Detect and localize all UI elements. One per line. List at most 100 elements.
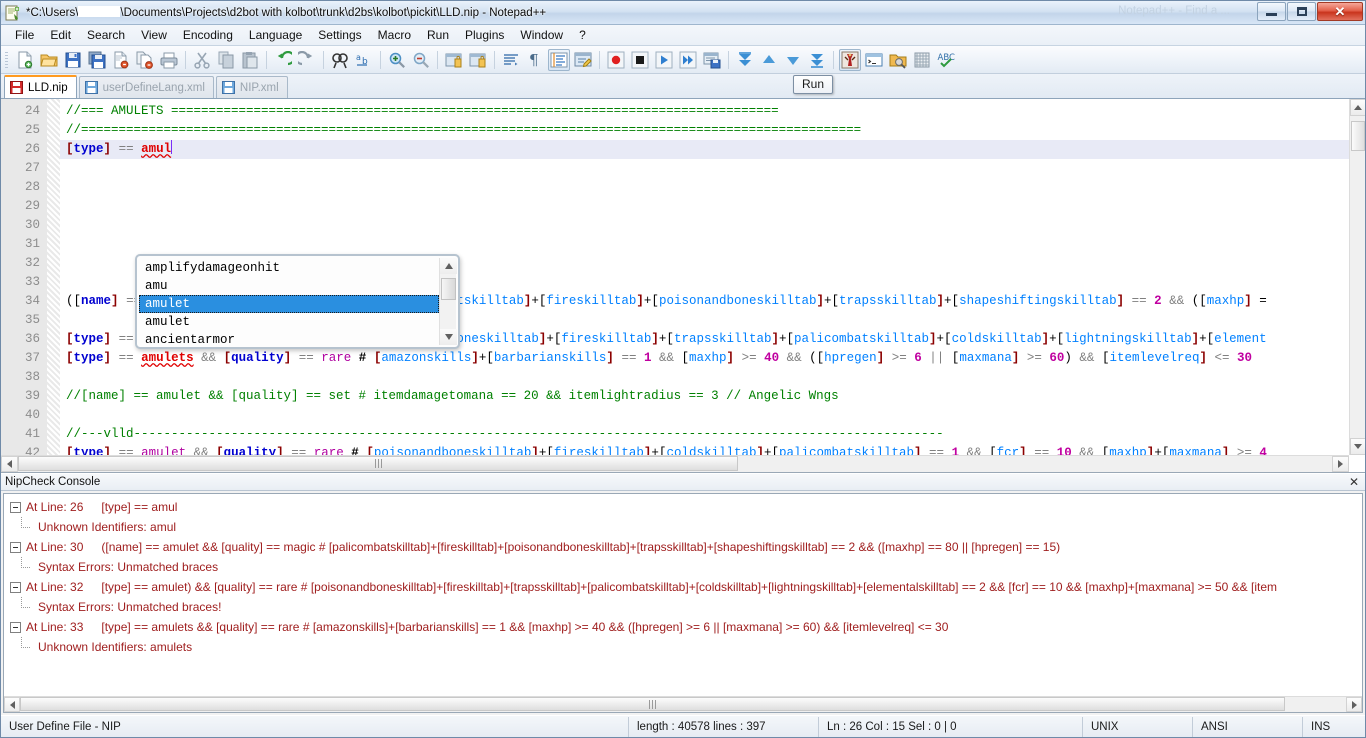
console-plugin-icon[interactable] [863, 49, 885, 71]
scroll-down-arrow-icon[interactable] [440, 329, 457, 345]
cut-icon[interactable] [191, 49, 213, 71]
explorer-plugin-icon[interactable] [887, 49, 909, 71]
code-editor[interactable]: 2425262728293031323334353637383940414243… [1, 99, 1365, 473]
tab-lld-nip[interactable]: LLD.nip [4, 75, 77, 98]
console-detail-row[interactable]: Syntax Errors: Unmatched braces! [4, 597, 1362, 617]
close-icon[interactable]: ✕ [1347, 475, 1361, 489]
menu-item-macro[interactable]: Macro [370, 26, 419, 44]
scrollbar-track[interactable] [20, 697, 1346, 712]
show-indent-guide-icon[interactable] [548, 48, 570, 71]
console-entry-row[interactable]: At Line: 30 ([name] == amulet && [quality… [4, 537, 1362, 557]
code-line[interactable]: [type] == amul [60, 140, 1365, 159]
console-output[interactable]: At Line: 26 [type] == amul Unknown Identif… [3, 493, 1363, 713]
zoom-out-icon[interactable] [410, 49, 432, 71]
code-line[interactable]: //---vlld-------------------------------… [60, 425, 1365, 444]
code-line[interactable]: //=== AMULETS ==========================… [60, 102, 1365, 121]
scrollbar-thumb[interactable] [441, 278, 456, 300]
collapse-toggle-icon[interactable] [10, 541, 21, 553]
collapse-toggle-icon[interactable] [10, 621, 21, 633]
sync-horizontal-scroll-icon[interactable] [467, 49, 489, 71]
close-file-icon[interactable] [110, 49, 132, 71]
scrollbar-thumb[interactable] [20, 697, 1285, 711]
close-button[interactable]: ✕ [1317, 2, 1363, 21]
redo-icon[interactable] [296, 49, 318, 71]
scroll-left-arrow-icon[interactable] [4, 697, 20, 712]
editor-vertical-scrollbar[interactable] [1349, 99, 1365, 455]
playback-macro-icon[interactable] [653, 49, 675, 71]
close-all-files-icon[interactable] [134, 49, 156, 71]
copy-icon[interactable] [215, 49, 237, 71]
run-multi-macro-icon[interactable] [677, 49, 699, 71]
code-line[interactable] [60, 178, 1365, 197]
first-bookmark-icon[interactable] [734, 49, 756, 71]
autocomplete-item[interactable]: amulet [139, 313, 439, 331]
code-line[interactable] [60, 159, 1365, 178]
autocomplete-scrollbar[interactable] [439, 258, 457, 345]
code-line[interactable]: [type] == amulets && [quality] == rare #… [60, 349, 1365, 368]
console-detail-row[interactable]: Syntax Errors: Unmatched braces [4, 557, 1362, 577]
save-all-icon[interactable] [86, 49, 108, 71]
menu-item-language[interactable]: Language [241, 26, 310, 44]
paste-icon[interactable] [239, 49, 261, 71]
last-bookmark-icon[interactable] [806, 49, 828, 71]
toolbar-grip[interactable] [3, 49, 10, 70]
menu-item-help[interactable]: ? [571, 26, 594, 44]
console-horizontal-scrollbar[interactable] [4, 696, 1362, 712]
console-entry-row[interactable]: At Line: 32 [type] == amulet) && [quality… [4, 577, 1362, 597]
console-entry-row[interactable]: At Line: 33 [type] == amulets && [quality… [4, 617, 1362, 637]
menu-item-plugins[interactable]: Plugins [457, 26, 512, 44]
console-detail-row[interactable]: Unknown Identifiers: amulets [4, 637, 1362, 657]
sync-vertical-scroll-icon[interactable] [443, 49, 465, 71]
save-icon[interactable] [62, 49, 84, 71]
scroll-down-arrow-icon[interactable] [1350, 438, 1365, 455]
scroll-right-arrow-icon[interactable] [1346, 697, 1362, 712]
user-define-dialog-icon[interactable] [572, 49, 594, 71]
print-icon[interactable] [158, 49, 180, 71]
menu-item-window[interactable]: Window [512, 26, 571, 44]
restore-button[interactable] [1287, 2, 1316, 21]
scrollbar-thumb[interactable] [1351, 121, 1365, 151]
show-all-chars-icon[interactable]: ¶ [524, 49, 546, 71]
word-wrap-icon[interactable] [500, 49, 522, 71]
scroll-right-arrow-icon[interactable] [1332, 456, 1349, 472]
diablo-plugin-icon[interactable] [839, 48, 861, 71]
autocomplete-item[interactable]: ancientarmor [139, 331, 439, 345]
find-icon[interactable] [329, 49, 351, 71]
minimize-button[interactable] [1257, 2, 1286, 21]
menu-item-view[interactable]: View [133, 26, 175, 44]
scroll-up-arrow-icon[interactable] [1350, 99, 1365, 116]
code-line[interactable] [60, 406, 1365, 425]
menu-item-search[interactable]: Search [79, 26, 133, 44]
autocomplete-list[interactable]: amplifydamageonhit amu amulet amulet ancient… [139, 258, 439, 345]
console-scroll-area[interactable]: At Line: 26 [type] == amul Unknown Identif… [4, 494, 1362, 696]
console-title-bar[interactable]: NipCheck Console ✕ [1, 473, 1365, 491]
previous-bookmark-icon[interactable] [758, 49, 780, 71]
collapse-toggle-icon[interactable] [10, 501, 21, 513]
menu-item-file[interactable]: File [7, 26, 42, 44]
tab-nip-xml[interactable]: NIP.xml [215, 76, 288, 98]
editor-horizontal-scrollbar[interactable] [1, 455, 1349, 472]
console-entry-row[interactable]: At Line: 26 [type] == amul [4, 497, 1362, 517]
menu-item-run[interactable]: Run [419, 26, 457, 44]
collapse-toggle-icon[interactable] [10, 581, 21, 593]
code-line[interactable] [60, 216, 1365, 235]
spell-check-icon[interactable]: ABC [935, 49, 957, 71]
autocomplete-item[interactable]: amu [139, 277, 439, 295]
menu-item-settings[interactable]: Settings [310, 26, 369, 44]
code-line[interactable] [60, 368, 1365, 387]
console-detail-row[interactable]: Unknown Identifiers: amul [4, 517, 1362, 537]
tab-userdefinelang-xml[interactable]: userDefineLang.xml [78, 76, 214, 98]
autocomplete-popup[interactable]: amplifydamageonhit amu amulet amulet ancient… [135, 254, 460, 349]
autocomplete-item[interactable]: amplifydamageonhit [139, 259, 439, 277]
menu-item-edit[interactable]: Edit [42, 26, 79, 44]
record-macro-icon[interactable] [605, 49, 627, 71]
code-line[interactable]: //======================================… [60, 121, 1365, 140]
code-line[interactable]: //[name] == amulet && [quality] == set #… [60, 387, 1365, 406]
next-bookmark-icon[interactable] [782, 49, 804, 71]
zoom-in-icon[interactable] [386, 49, 408, 71]
scrollbar-thumb[interactable] [18, 456, 738, 471]
replace-icon[interactable]: ab [353, 49, 375, 71]
code-line[interactable] [60, 235, 1365, 254]
menu-item-encoding[interactable]: Encoding [175, 26, 241, 44]
save-macro-icon[interactable] [701, 49, 723, 71]
